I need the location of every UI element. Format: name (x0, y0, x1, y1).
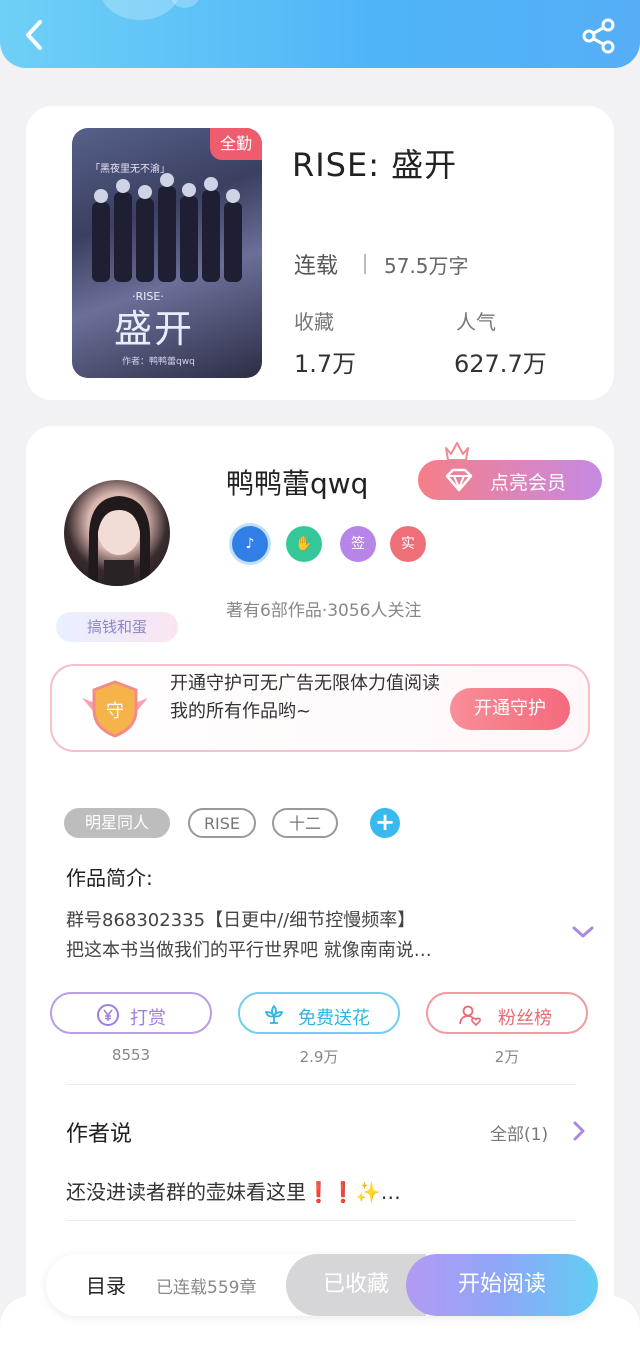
handshake-medal-icon[interactable]: ✋ (286, 526, 322, 562)
reward-label: 打赏 (130, 1008, 166, 1029)
verified-medal-icon[interactable]: 实 (390, 526, 426, 562)
tag-rise[interactable]: RISE (188, 808, 256, 838)
sign-medal-icon[interactable]: 签 (340, 526, 376, 562)
reward-button[interactable]: 打赏 (50, 992, 212, 1034)
music-medal-icon[interactable]: ♪ (232, 526, 268, 562)
avatar[interactable] (62, 478, 172, 588)
decor-bubble (170, 0, 200, 8)
author-card: 搞钱和蛋 鸭鸭蕾qwq 点亮会员 ♪ ✋ 签 实 著有6部作品·3056人关注 … (26, 426, 614, 1326)
reward-count: 8553 (111, 1046, 151, 1064)
intro-line-2: 把这本书当做我们的平行世界吧 就像南南说… (66, 940, 432, 961)
guard-shield-icon: 守 (82, 680, 148, 738)
top-bar (0, 0, 640, 68)
collected-button[interactable]: 已收藏 (286, 1254, 426, 1316)
fans-count: 2万 (494, 1048, 520, 1066)
send-flower-button[interactable]: 免费送花 (238, 992, 400, 1034)
collect-count: 1.7万 (294, 350, 357, 378)
yen-icon (97, 1004, 119, 1026)
share-icon[interactable] (580, 18, 618, 54)
book-title: RISE: 盛开 (292, 146, 458, 184)
author-says-title: 作者说 (66, 1122, 133, 1147)
full-attendance-tag: 全勤 (210, 128, 262, 160)
back-icon[interactable] (20, 18, 50, 52)
guard-icon-text: 守 (106, 701, 124, 722)
works-follow-info: 著有6部作品·3056人关注 (226, 601, 422, 621)
guard-text: 开通守护可无广告无限体力值阅读我的所有作品哟~ (170, 673, 440, 722)
intro-line-1: 群号868302335【日更中//细节控慢频率】 (66, 910, 416, 931)
author-says-text[interactable]: 还没进读者群的壶妹看这里❗❗✨… (66, 1176, 401, 1205)
cover-figures-image (92, 173, 242, 282)
chevron-down-icon[interactable] (572, 924, 594, 940)
fans-ranking-label: 粉丝榜 (498, 1008, 552, 1029)
author-name[interactable]: 鸭鸭蕾qwq (226, 462, 368, 502)
cover-credit: 作者：鸭鸭蕾qwq (122, 357, 195, 367)
flower-icon (265, 1005, 283, 1024)
decor-bubble (100, 0, 180, 20)
author-says-all-link[interactable]: 全部(1) (490, 1120, 548, 1145)
diamond-icon (445, 468, 473, 492)
open-guard-button[interactable]: 开通守护 (450, 688, 570, 730)
word-count: 57.5万字 (384, 254, 469, 278)
crown-icon (445, 442, 469, 461)
fans-icon (459, 1005, 481, 1027)
toc-button[interactable]: 目录 (86, 1270, 126, 1299)
divider (66, 1220, 576, 1221)
book-info-card: 全勤 「黑夜里无不渝」 ·RISE· 盛开 作者：鸭鸭蕾qwq RISE: 盛开… (26, 106, 614, 400)
popularity-count: 627.7万 (454, 350, 547, 378)
collect-label: 收藏 (294, 310, 334, 334)
book-cover[interactable]: 全勤 「黑夜里无不渝」 ·RISE· 盛开 作者：鸭鸭蕾qwq (72, 128, 262, 378)
intro-text[interactable]: 群号868302335【日更中//细节控慢频率】 把这本书当做我们的平行世界吧 … (66, 906, 566, 966)
avatar-badge: 搞钱和蛋 (56, 612, 178, 642)
vip-button-label: 点亮会员 (490, 472, 567, 494)
divider (364, 254, 366, 274)
chevron-right-icon[interactable] (572, 1120, 586, 1142)
send-flower-label: 免费送花 (298, 1008, 370, 1029)
cover-big-title: 盛开 (114, 307, 195, 351)
divider (66, 1084, 576, 1085)
start-reading-button[interactable]: 开始阅读 (406, 1254, 598, 1316)
chapter-count[interactable]: 已连载559章 (156, 1273, 256, 1298)
vip-button[interactable]: 点亮会员 (418, 460, 602, 500)
flower-count: 2.9万 (299, 1048, 339, 1066)
add-tag-button[interactable]: + (370, 808, 400, 838)
guard-banner: 守 开通守护可无广告无限体力值阅读我的所有作品哟~ 开通守护 (50, 664, 590, 752)
fans-ranking-button[interactable]: 粉丝榜 (426, 992, 588, 1034)
tag-twelve[interactable]: 十二 (272, 808, 338, 838)
serial-status: 连载 (294, 254, 339, 279)
intro-title: 作品简介: (66, 866, 153, 890)
tag-star-fanfic[interactable]: 明星同人 (64, 808, 170, 838)
popularity-label: 人气 (456, 310, 496, 334)
bottom-action-bar: 目录 已连载559章 已收藏 开始阅读 (46, 1254, 598, 1316)
